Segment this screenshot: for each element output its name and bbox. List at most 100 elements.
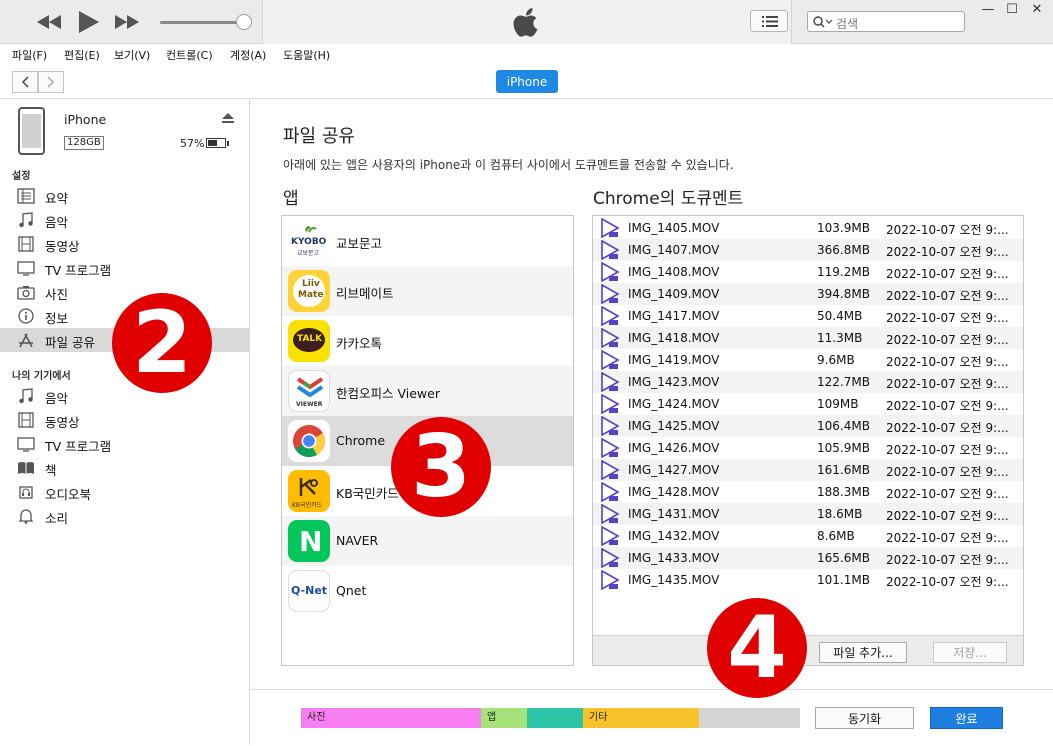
document-row[interactable]: IMG_1435.MOV 101.1MB 2022-10-07 오전 9:... [593, 569, 1023, 591]
document-name: IMG_1407.MOV [628, 243, 720, 257]
device-tab-iphone[interactable]: iPhone [496, 70, 558, 93]
menu-view[interactable]: 보기(V) [114, 47, 150, 63]
search-icon [813, 16, 833, 28]
sidebar-item-label: 음악 [45, 215, 69, 230]
sidebar-item-device-movies[interactable]: 동영상 [0, 408, 250, 432]
movie-file-icon [601, 306, 620, 326]
done-button[interactable]: 완료 [930, 707, 1003, 729]
menu-controls[interactable]: 컨트롤(C) [166, 47, 213, 63]
app-row-kyobo[interactable]: KYOBO 교보문고 교보문고 [282, 216, 573, 266]
sidebar-item-label: TV 프로그램 [45, 263, 112, 278]
eject-icon[interactable] [222, 113, 234, 123]
sidebar-item-summary[interactable]: 요약 [0, 184, 250, 208]
document-date: 2022-10-07 오전 9:... [886, 355, 1009, 369]
sidebar: iPhone 128GB 57% 설정 요약 음악 동영상 TV 프로그램 사진… [0, 100, 250, 745]
sidebar-item-device-tones[interactable]: 소리 [0, 504, 250, 528]
tv-icon [17, 261, 35, 276]
chevron-right-icon [47, 76, 55, 88]
page-title: 파일 공유 [283, 126, 355, 147]
document-name: IMG_1405.MOV [628, 221, 720, 235]
sidebar-item-device-music[interactable]: 음악 [0, 384, 250, 408]
sync-button[interactable]: 동기화 [815, 707, 914, 729]
maximize-button[interactable]: ☐ [1002, 2, 1022, 18]
document-row[interactable]: IMG_1428.MOV 188.3MB 2022-10-07 오전 9:... [593, 481, 1023, 503]
document-name: IMG_1408.MOV [628, 265, 720, 279]
volume-slider[interactable] [160, 21, 244, 24]
sidebar-item-device-tv-shows[interactable]: TV 프로그램 [0, 432, 250, 456]
document-row[interactable]: IMG_1409.MOV 394.8MB 2022-10-07 오전 9:... [593, 283, 1023, 305]
sidebar-item-music[interactable]: 음악 [0, 208, 250, 232]
back-button[interactable] [12, 71, 38, 93]
add-file-button[interactable]: 파일 추가... [819, 642, 907, 663]
document-size: 101.1MB [817, 573, 870, 587]
document-row[interactable]: IMG_1417.MOV 50.4MB 2022-10-07 오전 9:... [593, 305, 1023, 327]
rewind-button[interactable] [36, 10, 62, 34]
kb-card-icon: KB국민카드 [288, 470, 330, 512]
movie-file-icon [601, 416, 620, 436]
document-date: 2022-10-07 오전 9:... [886, 487, 1009, 501]
fast-forward-button[interactable] [114, 10, 140, 34]
sidebar-item-device-audiobooks[interactable]: 오디오북 [0, 480, 250, 504]
app-name: Chrome [336, 433, 386, 448]
play-button[interactable] [76, 10, 102, 34]
document-row[interactable]: IMG_1418.MOV 11.3MB 2022-10-07 오전 9:... [593, 327, 1023, 349]
sidebar-item-device-books[interactable]: 책 [0, 456, 250, 480]
play-icon [79, 11, 99, 33]
document-name: IMG_1409.MOV [628, 287, 720, 301]
app-row-liivmate[interactable]: Liiv Mate 리브메이트 [282, 266, 573, 316]
document-row[interactable]: IMG_1419.MOV 9.6MB 2022-10-07 오전 9:... [593, 349, 1023, 371]
annotation-badge-3: 3 [391, 417, 491, 517]
close-button[interactable]: ✕ [1027, 2, 1047, 18]
menu-help[interactable]: 도움말(H) [283, 47, 330, 63]
app-row-kakaotalk[interactable]: TALK 카카오톡 [282, 316, 573, 366]
storage-capacity-bar: 사진 앱 기타 [301, 690, 801, 746]
document-name: IMG_1419.MOV [628, 353, 720, 367]
document-row[interactable]: IMG_1408.MOV 119.2MB 2022-10-07 오전 9:... [593, 261, 1023, 283]
app-row-naver[interactable]: N NAVER [282, 516, 573, 566]
search-input[interactable]: 검색 [807, 11, 965, 32]
document-row[interactable]: IMG_1425.MOV 106.4MB 2022-10-07 오전 9:... [593, 415, 1023, 437]
document-row[interactable]: IMG_1407.MOV 366.8MB 2022-10-07 오전 9:... [593, 239, 1023, 261]
app-row-hancom[interactable]: VIEWER 한컴오피스 Viewer [282, 366, 573, 416]
list-view-button[interactable] [750, 10, 788, 32]
document-date: 2022-10-07 오전 9:... [886, 399, 1009, 413]
movie-file-icon [601, 570, 620, 590]
menu-account[interactable]: 계정(A) [230, 47, 266, 63]
hancom-viewer-icon: VIEWER [288, 370, 330, 412]
document-row[interactable]: IMG_1423.MOV 122.7MB 2022-10-07 오전 9:... [593, 371, 1023, 393]
menu-file[interactable]: 파일(F) [12, 47, 47, 63]
naver-icon: N [288, 520, 330, 562]
sidebar-item-photos[interactable]: 사진 [0, 280, 250, 304]
storage-segment-media [527, 708, 583, 728]
app-row-qnet[interactable]: Q-Net Qnet [282, 566, 573, 616]
sidebar-item-label: 사진 [45, 287, 69, 302]
minimize-button[interactable]: — [978, 2, 998, 18]
document-size: 122.7MB [817, 375, 870, 389]
menu-edit[interactable]: 편집(E) [64, 47, 100, 63]
document-row[interactable]: IMG_1432.MOV 8.6MB 2022-10-07 오전 9:... [593, 525, 1023, 547]
save-button[interactable]: 저장... [933, 642, 1007, 663]
document-name: IMG_1417.MOV [628, 309, 720, 323]
document-row[interactable]: IMG_1405.MOV 103.9MB 2022-10-07 오전 9:... [593, 217, 1023, 239]
sidebar-item-tv-shows[interactable]: TV 프로그램 [0, 256, 250, 280]
forward-button[interactable] [38, 71, 64, 93]
document-date: 2022-10-07 오전 9:... [886, 333, 1009, 347]
fast-forward-icon [115, 15, 139, 29]
document-date: 2022-10-07 오전 9:... [886, 289, 1009, 303]
document-row[interactable]: IMG_1433.MOV 165.6MB 2022-10-07 오전 9:... [593, 547, 1023, 569]
menu-bar: 파일(F) 편집(E) 보기(V) 컨트롤(C) 계정(A) 도움말(H) [0, 44, 1053, 65]
document-date: 2022-10-07 오전 9:... [886, 421, 1009, 435]
sidebar-item-movies[interactable]: 동영상 [0, 232, 250, 256]
document-row[interactable]: IMG_1427.MOV 161.6MB 2022-10-07 오전 9:... [593, 459, 1023, 481]
document-date: 2022-10-07 오전 9:... [886, 245, 1009, 259]
document-row[interactable]: IMG_1426.MOV 105.9MB 2022-10-07 오전 9:... [593, 437, 1023, 459]
sidebar-item-label: 오디오북 [45, 487, 92, 502]
kyobo-icon: KYOBO 교보문고 [288, 220, 330, 262]
document-row[interactable]: IMG_1424.MOV 109MB 2022-10-07 오전 9:... [593, 393, 1023, 415]
document-size: 161.6MB [817, 463, 870, 477]
document-row[interactable]: IMG_1431.MOV 18.6MB 2022-10-07 오전 9:... [593, 503, 1023, 525]
tv-icon [17, 437, 35, 452]
document-size: 109MB [817, 397, 859, 411]
document-size: 9.6MB [817, 353, 855, 367]
volume-knob[interactable] [236, 14, 252, 30]
